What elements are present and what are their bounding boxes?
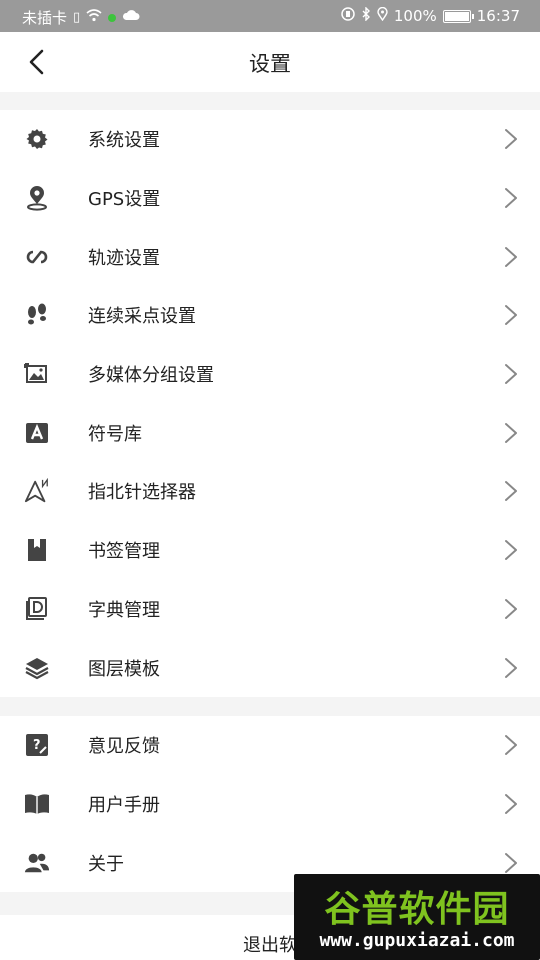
list-item-label: GPS设置 bbox=[88, 189, 161, 211]
footprints-icon bbox=[24, 302, 50, 328]
help-list: ? 意见反馈用户手册关于 bbox=[0, 716, 540, 893]
chevron-right-icon bbox=[504, 734, 518, 756]
north-arrow-icon bbox=[24, 478, 50, 504]
watermark-logo: 谷普软件园 www.gupuxiazai.com bbox=[294, 874, 540, 960]
gear-icon bbox=[24, 126, 50, 152]
layers-icon bbox=[24, 655, 50, 681]
chevron-right-icon bbox=[504, 187, 518, 209]
list-item[interactable]: 用户手册 bbox=[0, 775, 540, 834]
nav-bar: 设置 bbox=[0, 32, 540, 92]
list-item[interactable]: 多媒体分组设置 bbox=[0, 345, 540, 404]
bookmark-icon bbox=[24, 537, 50, 563]
track-loop-icon bbox=[24, 244, 50, 270]
list-item[interactable]: 字典管理 bbox=[0, 580, 540, 639]
media-image-icon bbox=[24, 361, 50, 387]
location-icon bbox=[377, 6, 388, 25]
list-item[interactable]: 系统设置 bbox=[0, 110, 540, 169]
users-icon bbox=[24, 850, 50, 876]
list-item-label: 轨迹设置 bbox=[88, 247, 160, 269]
list-item-label: 用户手册 bbox=[88, 795, 160, 817]
battery-fill bbox=[444, 11, 469, 21]
settings-list: 系统设置 GPS设置轨迹设置连续采点设置 多媒体分组设置 符号库指北针选择器 书签管理字… bbox=[0, 110, 540, 697]
vibrate-icon bbox=[341, 7, 355, 25]
chevron-right-icon bbox=[504, 422, 518, 444]
list-item-label: 系统设置 bbox=[88, 130, 160, 152]
battery-icon bbox=[442, 9, 474, 23]
chevron-right-icon bbox=[504, 598, 518, 620]
chevron-right-icon bbox=[504, 304, 518, 326]
chevron-right-icon bbox=[504, 363, 518, 385]
sim-icon: ▯ bbox=[73, 10, 81, 25]
bluetooth-icon bbox=[361, 6, 371, 25]
status-right: 100% 16:37 bbox=[341, 6, 520, 25]
list-item[interactable]: 连续采点设置 bbox=[0, 286, 540, 345]
clock: 16:37 bbox=[476, 7, 520, 25]
list-item-label: 图层模板 bbox=[88, 658, 160, 680]
list-item-label: 书签管理 bbox=[88, 541, 160, 563]
list-item[interactable]: 轨迹设置 bbox=[0, 227, 540, 286]
list-item-label: 关于 bbox=[88, 853, 124, 875]
chevron-right-icon bbox=[504, 539, 518, 561]
chevron-right-icon bbox=[504, 657, 518, 679]
carrier-text: 未插卡 bbox=[22, 9, 68, 27]
list-item-label: 符号库 bbox=[88, 423, 142, 445]
watermark-title: 谷普软件园 bbox=[324, 889, 510, 930]
list-item[interactable]: GPS设置 bbox=[0, 169, 540, 228]
chevron-right-icon bbox=[504, 246, 518, 268]
list-item[interactable]: ? 意见反馈 bbox=[0, 716, 540, 775]
symbol-a-icon bbox=[24, 420, 50, 446]
status-left: 未插卡 ▯ bbox=[22, 7, 140, 28]
list-item-label: 指北针选择器 bbox=[88, 482, 196, 504]
feedback-icon: ? bbox=[24, 732, 50, 758]
status-bar: 未插卡 ▯ 100% 16:37 bbox=[0, 0, 540, 32]
list-item-label: 多媒体分组设置 bbox=[88, 365, 214, 387]
chevron-right-icon bbox=[504, 793, 518, 815]
page-title: 设置 bbox=[249, 52, 291, 76]
chevron-right-icon bbox=[504, 480, 518, 502]
list-item[interactable]: 图层模板 bbox=[0, 638, 540, 697]
chevron-right-icon bbox=[504, 852, 518, 874]
list-item[interactable]: 符号库 bbox=[0, 403, 540, 462]
wifi-icon bbox=[86, 9, 102, 26]
battery-percent: 100% bbox=[393, 7, 437, 25]
green-dot-icon bbox=[108, 13, 117, 22]
cloud-icon bbox=[122, 10, 140, 25]
list-item[interactable]: 指北针选择器 bbox=[0, 462, 540, 521]
dictionary-icon bbox=[24, 596, 50, 622]
location-pin-icon bbox=[24, 185, 50, 211]
watermark-url: www.gupuxiazai.com bbox=[319, 930, 515, 951]
list-item-label: 意见反馈 bbox=[88, 736, 160, 758]
list-item-label: 字典管理 bbox=[88, 599, 160, 621]
book-icon bbox=[24, 791, 50, 817]
list-item[interactable]: 书签管理 bbox=[0, 521, 540, 580]
list-item-label: 连续采点设置 bbox=[88, 306, 196, 328]
chevron-right-icon bbox=[504, 128, 518, 150]
svg-text:?: ? bbox=[33, 738, 41, 753]
